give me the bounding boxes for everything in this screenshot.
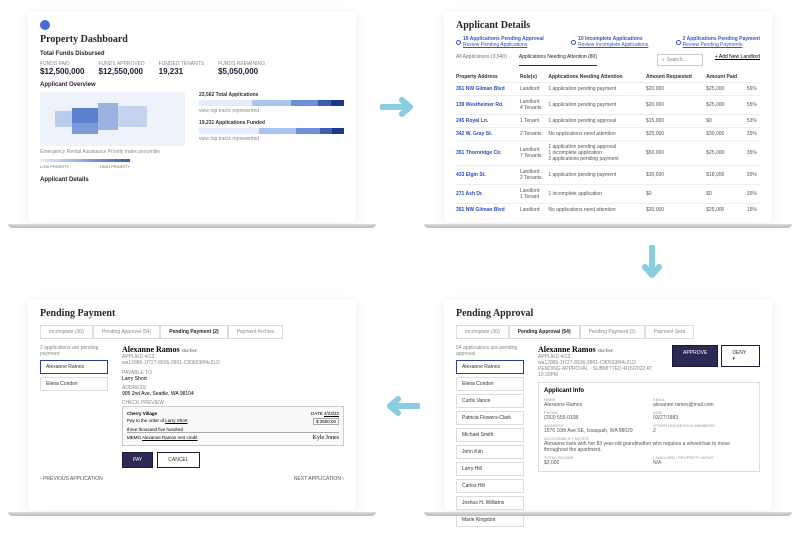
app-logo <box>40 20 50 30</box>
search-icon: ⌕ <box>662 57 665 63</box>
status-pill[interactable]: 2 Applications Pending PaymentReview Pen… <box>676 36 760 48</box>
list-item[interactable]: Curtis Vance <box>456 394 524 408</box>
prev-application-link[interactable]: ‹ PREVIOUS APPLICATION <box>40 476 103 482</box>
funded-apps: 19,231 Applications Funded <box>199 120 344 126</box>
total-apps: 23,562 Total Applications <box>199 92 344 98</box>
arrow-right-1 <box>380 95 420 119</box>
pay-button[interactable]: PAY <box>122 452 153 468</box>
list-item[interactable]: Joshus H. Williams <box>456 496 524 510</box>
list-item[interactable]: Alexanne Ramos <box>40 360 108 374</box>
next-application-link[interactable]: NEXT APPLICATION › <box>294 476 344 482</box>
applicant-name: Alexanne Ramos she/her <box>122 345 344 354</box>
page-title: Pending Payment <box>40 308 344 319</box>
metric: FUNDED TENANTS19,231 <box>159 61 204 76</box>
apps-bar <box>199 100 344 106</box>
tab-all[interactable]: All Applications (3,640) <box>456 54 507 66</box>
table-row[interactable]: 351 NW Gilman BlvdLandlord1 application … <box>456 83 760 96</box>
list-item[interactable]: Elena Condon <box>40 377 108 391</box>
tab-attention[interactable]: Applications Needing Attention (80) <box>519 54 597 66</box>
add-landlord-link[interactable]: + Add New Landlord <box>715 54 760 66</box>
list-item[interactable]: Alexanne Ramos <box>456 360 524 374</box>
table-row[interactable]: 139 Westheimer Rd.Landlord 4 Tenants1 ap… <box>456 96 760 115</box>
funds-heading: Total Funds Disbursed <box>40 51 344 57</box>
list-item[interactable]: Patricia Flowers-Clark <box>456 411 524 425</box>
cancel-button[interactable]: CANCEL <box>157 452 199 468</box>
table-row[interactable]: 245 Royal Ln.1 Tenant1 application pendi… <box>456 115 760 128</box>
check-preview: Cherry Village DATE 4/23/22 Pay to the o… <box>122 406 344 446</box>
applications-table: Property AddressRole(s)Applications Need… <box>456 72 760 216</box>
list-item[interactable]: Carlos Hill <box>456 479 524 493</box>
list-item[interactable]: Michael Smith <box>456 428 524 442</box>
list-item[interactable]: John Kim <box>456 445 524 459</box>
search-input[interactable]: ⌕Search… <box>657 54 703 66</box>
page-title: Applicant Details <box>456 20 760 31</box>
arrow-left <box>380 394 420 418</box>
table-row[interactable]: 342 W. Gray St.2 TenantsNo applications … <box>456 128 760 141</box>
workflow-breadcrumb: Incomplete (30) Pending Approval (54) Pe… <box>456 325 760 339</box>
approve-button[interactable]: APPROVE <box>672 345 718 367</box>
table-row[interactable]: 351 NW Gilman BlvdLandlordNo application… <box>456 204 760 217</box>
column-header[interactable]: Amount Requested <box>646 72 706 83</box>
status-pill[interactable]: 19 Applications Pending ApprovalReview P… <box>456 36 544 48</box>
column-header[interactable] <box>747 72 760 83</box>
column-header[interactable]: Role(s) <box>520 72 548 83</box>
overview-heading: Applicant Overview <box>40 82 344 88</box>
choropleth-map[interactable] <box>40 92 185 146</box>
column-header[interactable]: Property Address <box>456 72 520 83</box>
column-header[interactable]: Amount Paid <box>706 72 747 83</box>
metric: FUNDS REMAINING$5,050,000 <box>218 61 265 76</box>
deny-button[interactable]: DENY ▾ <box>721 345 760 367</box>
details-heading: Applicant Details <box>40 177 344 183</box>
page-title: Pending Approval <box>456 308 760 319</box>
table-row[interactable]: 271 Ash Dr.Landlord 1 Tenant1 incomplete… <box>456 185 760 204</box>
metric: FUNDS PAID$12,500,000 <box>40 61 85 76</box>
table-row[interactable]: 351 Thornridge Cir.Landlord 7 Tenants1 a… <box>456 141 760 166</box>
list-item[interactable]: Larry Hill <box>456 462 524 476</box>
workflow-breadcrumb: Incomplete (30) Pending Approval (54) Pe… <box>40 325 344 339</box>
metric: FUNDS APPROVED$12,550,000 <box>99 61 145 76</box>
priority-caption: Emergency Rental Assistance Priority Ind… <box>40 149 185 155</box>
list-item[interactable]: Elena Condon <box>456 377 524 391</box>
arrow-down <box>640 245 664 285</box>
status-pill[interactable]: 10 Incomplete ApplicationsReview Incompl… <box>571 36 648 48</box>
page-title: Property Dashboard <box>40 34 344 45</box>
applicant-name: Alexanne Ramos she/her <box>538 345 672 354</box>
list-item[interactable]: Marie Kingston <box>456 513 524 527</box>
priority-gradient <box>40 159 130 162</box>
table-row[interactable]: 433 Elgin St.Landlord 2 Tenants1 applica… <box>456 166 760 185</box>
column-header[interactable]: Applications Needing Attention <box>548 72 646 83</box>
funded-bar <box>199 128 344 134</box>
